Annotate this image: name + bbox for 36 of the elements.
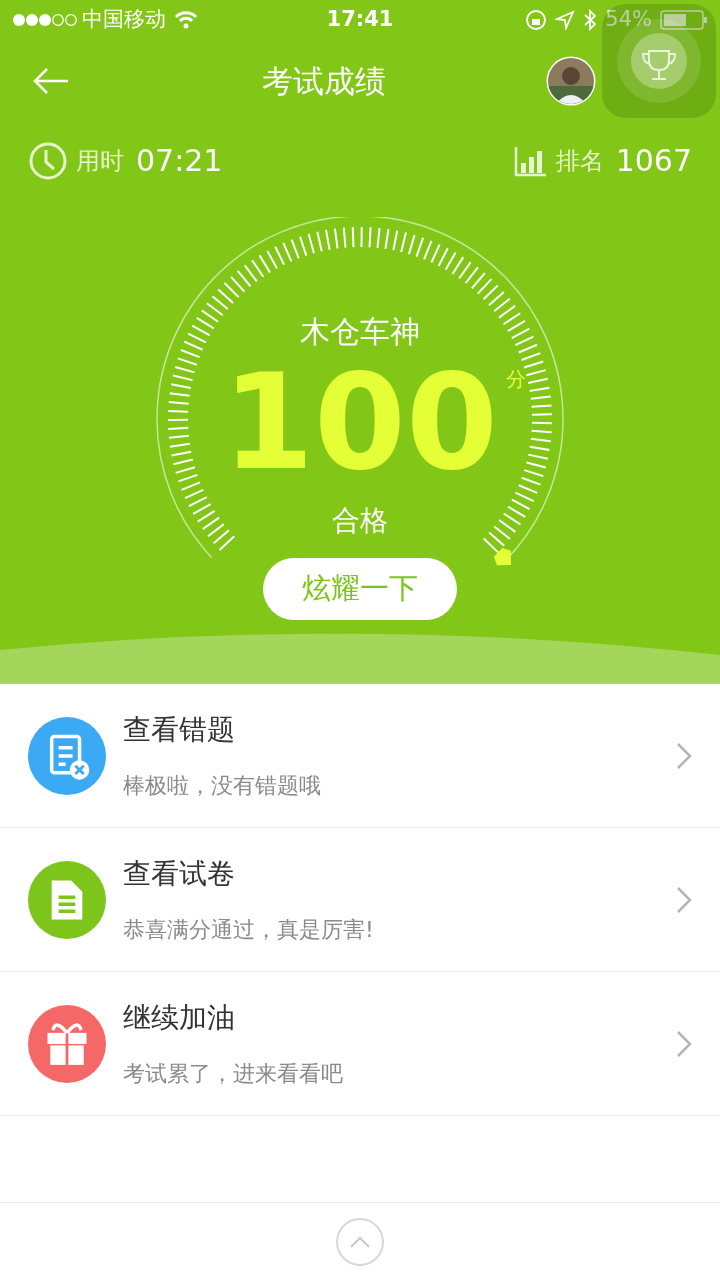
bar-chart-icon — [513, 144, 548, 177]
time-value: 07:21 — [136, 142, 223, 180]
status-time: 17:41 — [325, 6, 395, 34]
location-icon — [555, 10, 576, 30]
chevron-right-icon — [676, 885, 692, 914]
gauge-pointer — [493, 548, 512, 566]
battery-percentage: 54% — [605, 6, 652, 34]
result-label: 合格 — [332, 503, 388, 539]
item-title: 查看试卷 — [123, 856, 236, 892]
item-subtitle: 恭喜满分通过，真是厉害! — [123, 916, 375, 944]
clock-icon — [28, 140, 68, 181]
battery-icon — [660, 9, 708, 31]
item-title: 继续加油 — [123, 1000, 236, 1036]
score-unit: 分 — [505, 366, 526, 393]
rank-label: 排名 — [555, 145, 604, 177]
scroll-up-button[interactable] — [336, 1217, 384, 1266]
list-item[interactable]: 继续加油 考试累了，进来看看吧 — [0, 972, 720, 1116]
rotation-lock-icon — [525, 9, 548, 31]
item-title: 查看错题 — [123, 712, 236, 748]
item-subtitle: 考试累了，进来看看吧 — [123, 1060, 344, 1088]
list-item[interactable]: 查看试卷 恭喜满分通过，真是厉害! — [0, 828, 720, 972]
chevron-up-icon — [349, 1234, 371, 1249]
gauge-title: 木仓车神 — [300, 313, 420, 351]
bluetooth-icon — [583, 9, 598, 31]
score-value: 100 — [222, 356, 498, 488]
rank-value: 1067 — [615, 142, 692, 180]
list-item[interactable]: 查看错题 棒极啦，没有错题哦 — [0, 684, 720, 828]
chevron-right-icon — [676, 1029, 692, 1058]
carrier-name: 中国移动 — [82, 6, 166, 34]
signal-icon — [12, 13, 78, 27]
time-label: 用时 — [76, 145, 124, 177]
floating-button[interactable] — [602, 4, 716, 118]
wifi-icon — [174, 11, 198, 29]
item-subtitle: 棒极啦，没有错题哦 — [123, 772, 322, 800]
page-title: 考试成绩 — [261, 61, 387, 101]
chevron-right-icon — [676, 741, 692, 770]
